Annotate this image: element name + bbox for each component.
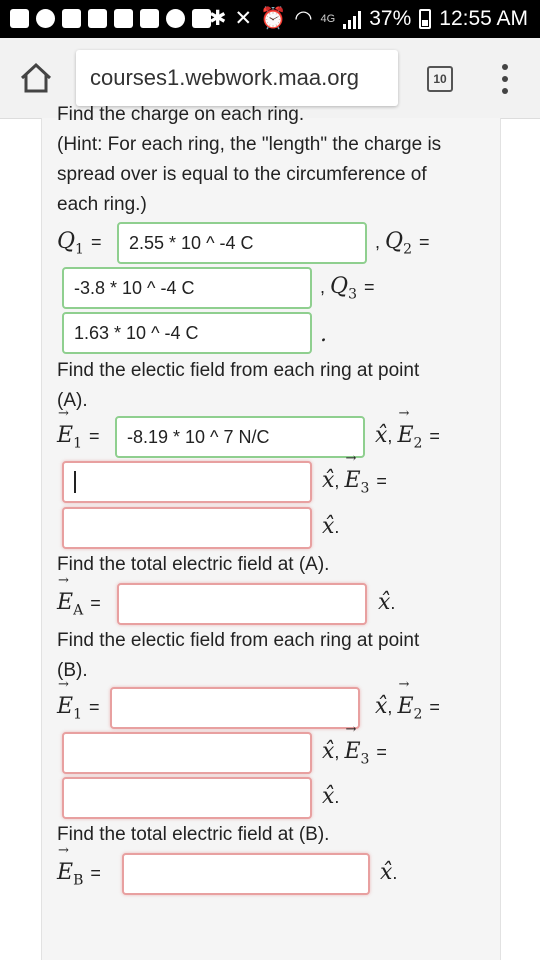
eb1-input[interactable] (110, 687, 360, 729)
q2-label: , Q2 = (375, 229, 430, 258)
ea3-input[interactable] (62, 507, 312, 549)
network-type: 4G (320, 12, 336, 25)
q2-input[interactable]: -3.8 * 10 ^ -4 C (62, 267, 312, 309)
battery-icon (419, 8, 432, 29)
ea-total-unit: x̂. (378, 590, 396, 615)
eb-total-label: EB = (57, 843, 101, 888)
clock: 12:55 AM (439, 6, 528, 30)
problem-content: Find the charge on each ring. (Hint: For… (41, 104, 501, 960)
tab-switcher-button[interactable]: 10 (427, 66, 453, 92)
q1-label: Q1 = (57, 229, 102, 258)
eb3-label: x̂, E3 = (322, 722, 387, 767)
field-b-prompt: Find the electic field from each ring at… (57, 630, 420, 651)
ea-total-input[interactable] (117, 583, 367, 625)
youtube-icon (114, 9, 133, 28)
hint-line: each ring.) (57, 194, 147, 215)
youtube-icon (88, 9, 107, 28)
overflow-menu-icon[interactable] (500, 64, 510, 94)
q-end-period: . (320, 322, 327, 347)
total-a-prompt: Find the total electric field at (A). (57, 554, 330, 575)
wifi-icon: ◠ (294, 7, 313, 30)
battery-percent: 37% (369, 6, 412, 30)
media-icon (166, 9, 185, 28)
field-a-prompt: Find the electic field from each ring at… (57, 360, 420, 381)
hint-line: (Hint: For each ring, the "length" the c… (57, 134, 442, 155)
alarm-icon: ⏰ (260, 6, 287, 30)
cut-off-heading: Find the charge on each ring. (57, 104, 305, 125)
ea2-label: x̂, E2 = (375, 406, 440, 451)
q3-input[interactable]: 1.63 * 10 ^ -4 C (62, 312, 312, 354)
ea1-label: E1 = (57, 406, 100, 451)
gallery-icon (140, 9, 159, 28)
q1-input[interactable]: 2.55 * 10 ^ -4 C (117, 222, 367, 264)
mute-icon: ✕ (234, 7, 253, 30)
eb2-label: x̂, E2 = (375, 677, 440, 722)
ea2-input[interactable] (62, 461, 312, 503)
ea-total-label: EA = (57, 573, 101, 618)
total-b-prompt: Find the total electric field at (B). (57, 824, 330, 845)
eb2-input[interactable] (62, 732, 312, 774)
ea3-label: x̂, E3 = (322, 451, 387, 496)
bluetooth-icon: ✱ (208, 7, 227, 30)
notification-icons (10, 9, 211, 28)
eb-total-unit: x̂. (380, 860, 398, 885)
eb3-unit: x̂. (322, 784, 340, 809)
url-bar[interactable]: courses1.webwork.maa.org (76, 50, 398, 106)
home-icon[interactable] (18, 60, 54, 96)
eb3-input[interactable] (62, 777, 312, 819)
eb1-label: E1 = (57, 677, 100, 722)
q3-label: , Q3 = (320, 274, 375, 303)
location-icon (36, 9, 55, 28)
eb-total-input[interactable] (122, 853, 370, 895)
hint-line: spread over is equal to the circumferenc… (57, 164, 427, 185)
signal-icon (343, 9, 362, 29)
ea1-input[interactable]: -8.19 * 10 ^ 7 N/C (115, 416, 365, 458)
message-icon (10, 9, 29, 28)
status-bar: ✱ ✕ ⏰ ◠ 4G 37% 12:55 AM (0, 0, 540, 38)
ea3-unit: x̂. (322, 514, 340, 539)
youtube-icon (62, 9, 81, 28)
text-cursor (74, 471, 76, 493)
